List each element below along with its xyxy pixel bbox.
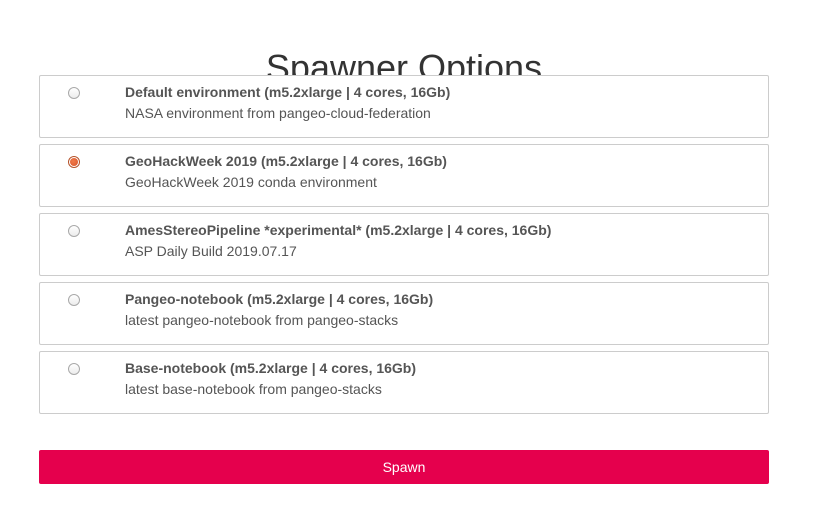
radio-button[interactable] [68,87,80,99]
profile-description: GeoHackWeek 2019 conda environment [125,174,377,190]
profile-option-default[interactable]: Default environment (m5.2xlarge | 4 core… [39,75,769,138]
profile-list: Default environment (m5.2xlarge | 4 core… [39,75,769,420]
spawn-button[interactable]: Spawn [39,450,769,484]
profile-title: Base-notebook (m5.2xlarge | 4 cores, 16G… [125,360,417,376]
profile-option-base-notebook[interactable]: Base-notebook (m5.2xlarge | 4 cores, 16G… [39,351,769,414]
profile-title: GeoHackWeek 2019 (m5.2xlarge | 4 cores, … [125,153,447,169]
radio-button[interactable] [68,156,80,168]
profile-description: latest base-notebook from pangeo-stacks [125,381,382,397]
profile-option-asp[interactable]: AmesStereoPipeline *experimental* (m5.2x… [39,213,769,276]
profile-title: Default environment (m5.2xlarge | 4 core… [125,84,451,100]
profile-description: NASA environment from pangeo-cloud-feder… [125,105,431,121]
profile-title: AmesStereoPipeline *experimental* (m5.2x… [125,222,552,238]
radio-button[interactable] [68,225,80,237]
profile-option-pangeo-notebook[interactable]: Pangeo-notebook (m5.2xlarge | 4 cores, 1… [39,282,769,345]
radio-button[interactable] [68,294,80,306]
profile-description: latest pangeo-notebook from pangeo-stack… [125,312,399,328]
profile-option-geohackweek[interactable]: GeoHackWeek 2019 (m5.2xlarge | 4 cores, … [39,144,769,207]
profile-description: ASP Daily Build 2019.07.17 [125,243,297,259]
spawner-options-page: Spawner Options Default environment (m5.… [0,0,815,521]
radio-button[interactable] [68,363,80,375]
profile-title: Pangeo-notebook (m5.2xlarge | 4 cores, 1… [125,291,434,307]
